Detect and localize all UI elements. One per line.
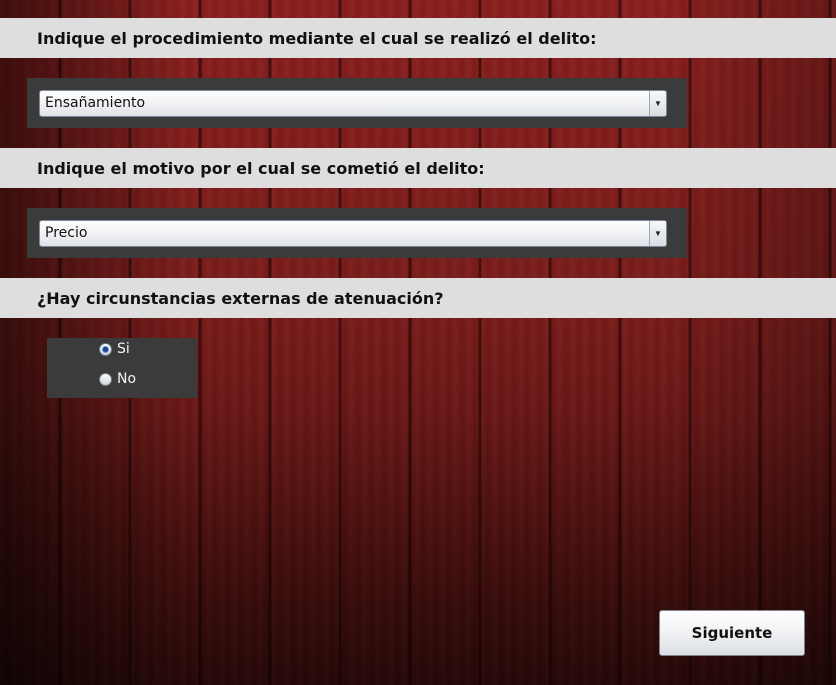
radio-option-si[interactable]: Si	[99, 338, 130, 360]
chevron-down-icon: ▼	[654, 229, 662, 238]
mitigation-question-bar: ¿Hay circunstancias externas de atenuaci…	[0, 278, 836, 318]
chevron-down-icon: ▼	[654, 99, 662, 108]
procedure-select-value: Ensañamiento	[45, 95, 146, 111]
radio-option-no[interactable]: No	[99, 368, 136, 390]
motive-dropdown-button[interactable]: ▼	[649, 221, 666, 246]
next-button[interactable]: Siguiente	[659, 610, 805, 656]
motive-question-bar: Indique el motivo por el cual se cometió…	[0, 148, 836, 188]
radio-option-si-label[interactable]: Si	[117, 341, 130, 357]
procedure-question-label: Indique el procedimiento mediante el cua…	[37, 28, 597, 48]
mitigation-radio-group: Si No	[47, 338, 197, 398]
radio-option-no-label[interactable]: No	[117, 371, 136, 387]
radio-button-checked-icon[interactable]	[99, 342, 112, 356]
mitigation-question-label: ¿Hay circunstancias externas de atenuaci…	[37, 288, 444, 308]
procedure-question-bar: Indique el procedimiento mediante el cua…	[0, 18, 836, 58]
procedure-select-panel: Ensañamiento ▼	[27, 78, 687, 128]
motive-select-value: Precio	[45, 225, 88, 241]
procedure-dropdown-button[interactable]: ▼	[649, 91, 666, 116]
motive-select[interactable]: Precio ▼	[39, 220, 667, 247]
radio-button-unchecked-icon[interactable]	[99, 372, 112, 386]
procedure-select[interactable]: Ensañamiento ▼	[39, 90, 667, 117]
motive-select-panel: Precio ▼	[27, 208, 687, 258]
motive-question-label: Indique el motivo por el cual se cometió…	[37, 158, 485, 178]
